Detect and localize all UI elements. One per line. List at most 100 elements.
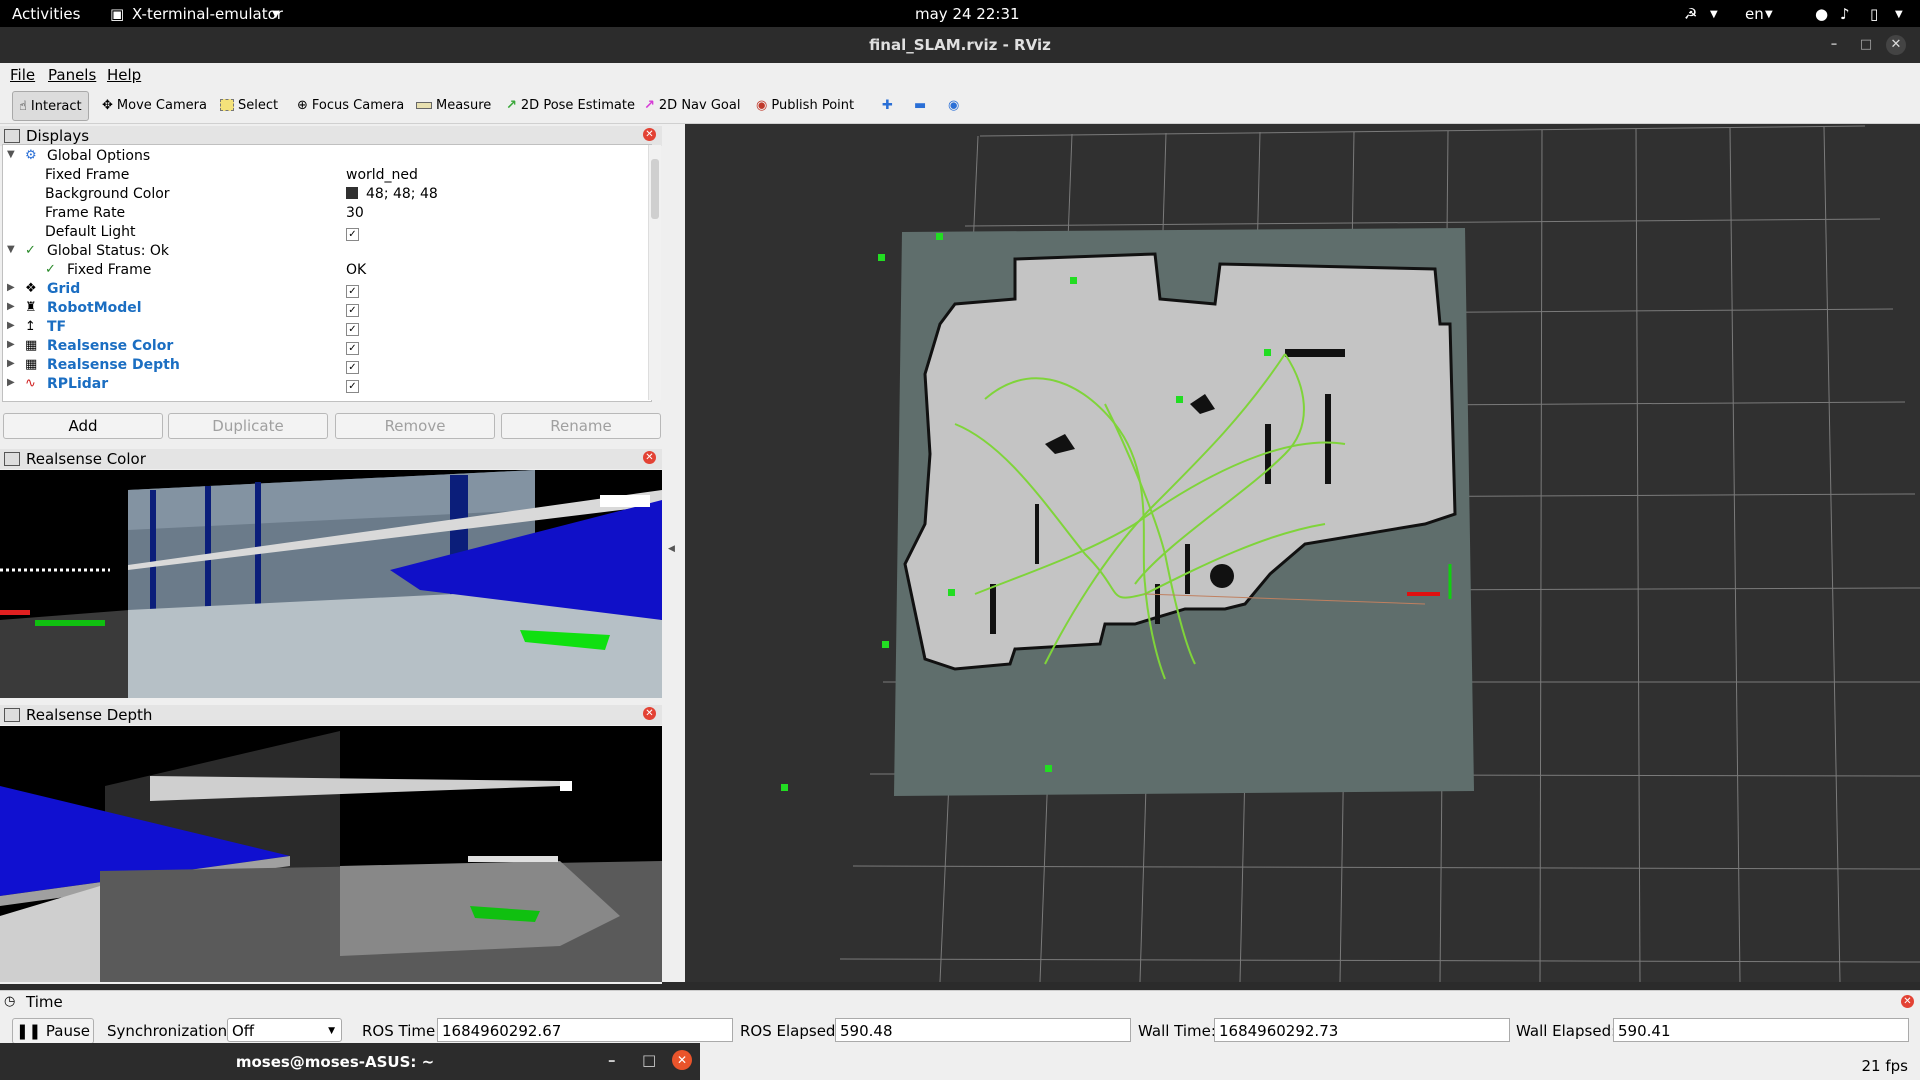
- fixed-frame-value[interactable]: world_ned: [346, 167, 418, 183]
- tree-row-realsense-depth[interactable]: ▶ ▦ Realsense Depth ✓: [3, 356, 649, 375]
- tree-label: Global Status: Ok: [47, 243, 170, 259]
- activities-button[interactable]: Activities: [12, 5, 80, 23]
- minus-icon: ▬: [914, 97, 927, 113]
- close-button[interactable]: ✕: [1886, 35, 1906, 55]
- view-tool-button[interactable]: ◉: [948, 94, 959, 116]
- focus-camera-tool-button[interactable]: ⊕ Focus Camera: [297, 94, 404, 116]
- menu-help[interactable]: Help: [107, 66, 141, 84]
- depth-image: [0, 726, 662, 982]
- ros-elapsed-label: ROS Elapsed:: [740, 1022, 841, 1040]
- pause-button[interactable]: ❚❚ Pause: [12, 1018, 94, 1044]
- expand-arrow-icon[interactable]: ▶: [7, 358, 15, 369]
- chevron-down-icon[interactable]: ▼: [1710, 9, 1718, 20]
- scrollbar-thumb[interactable]: [651, 159, 659, 219]
- add-tool-button[interactable]: ✚: [882, 94, 893, 116]
- checkbox[interactable]: ✓: [346, 228, 359, 241]
- terminal-title: moses@moses-ASUS: ~: [235, 1053, 435, 1071]
- duplicate-button[interactable]: Duplicate: [168, 413, 328, 439]
- move-camera-tool-button[interactable]: ✥ Move Camera: [102, 94, 207, 116]
- sync-select[interactable]: Off ▼: [227, 1018, 342, 1042]
- minimize-button[interactable]: –: [608, 1051, 616, 1069]
- pose-estimate-tool-button[interactable]: ↗ 2D Pose Estimate: [506, 94, 635, 116]
- tree-row-default-light[interactable]: Default Light ✓: [3, 223, 649, 242]
- move-camera-label: Move Camera: [116, 97, 207, 113]
- accessibility-icon[interactable]: ☭: [1684, 5, 1697, 23]
- add-button[interactable]: Add: [3, 413, 163, 439]
- maximize-button[interactable]: □: [1856, 35, 1876, 55]
- rename-button[interactable]: Rename: [501, 413, 661, 439]
- measure-label: Measure: [436, 97, 492, 113]
- tree-row-rplidar[interactable]: ▶ ∿ RPLidar ✓: [3, 375, 649, 394]
- maximize-button[interactable]: □: [642, 1051, 656, 1069]
- close-icon[interactable]: ✕: [643, 128, 656, 141]
- interact-tool-button[interactable]: ☝ Interact: [12, 91, 89, 121]
- realsense-color-view[interactable]: [0, 470, 662, 698]
- frame-rate-value[interactable]: 30: [346, 205, 364, 221]
- checkbox[interactable]: ✓: [346, 304, 359, 317]
- tree-row-tf[interactable]: ▶ ↥ TF ✓: [3, 318, 649, 337]
- checkbox[interactable]: ✓: [346, 361, 359, 374]
- displays-tree[interactable]: ▼ ⚙ Global Options Fixed Frame world_ned…: [2, 144, 652, 402]
- collapse-left-icon[interactable]: ◀: [668, 544, 675, 554]
- battery-icon[interactable]: ▯: [1870, 5, 1878, 23]
- checkbox[interactable]: ✓: [346, 342, 359, 355]
- tree-row-realsense-color[interactable]: ▶ ▦ Realsense Color ✓: [3, 337, 649, 356]
- focus-camera-label: Focus Camera: [311, 97, 405, 113]
- background-color-value[interactable]: 48; 48; 48: [366, 186, 438, 202]
- tree-row-background-color[interactable]: Background Color 48; 48; 48: [3, 185, 649, 204]
- tree-row-grid[interactable]: ▶ ❖ Grid ✓: [3, 280, 649, 299]
- grid-icon: ❖: [25, 281, 37, 296]
- measure-tool-button[interactable]: Measure: [416, 94, 491, 116]
- sync-label: Synchronization:: [107, 1022, 233, 1040]
- tree-row-fixed-frame[interactable]: Fixed Frame world_ned: [3, 166, 649, 185]
- close-icon[interactable]: ✕: [1901, 995, 1914, 1008]
- tree-scrollbar[interactable]: [648, 145, 661, 400]
- expand-arrow-icon[interactable]: ▶: [7, 377, 15, 388]
- tree-row-global-options[interactable]: ▼ ⚙ Global Options: [3, 147, 649, 166]
- language-indicator[interactable]: en: [1745, 5, 1764, 23]
- wall-time-field[interactable]: 1684960292.73: [1214, 1018, 1510, 1042]
- close-button[interactable]: ✕: [672, 1050, 692, 1070]
- app-menu[interactable]: X-terminal-emulator: [132, 5, 283, 23]
- chevron-down-icon[interactable]: ▼: [1895, 9, 1903, 20]
- publish-point-tool-button[interactable]: ◉ Publish Point: [756, 94, 854, 116]
- chevron-down-icon[interactable]: ▼: [1765, 9, 1773, 20]
- wall-elapsed-field[interactable]: 590.41: [1613, 1018, 1909, 1042]
- expand-arrow-icon[interactable]: ▶: [7, 320, 15, 331]
- checkbox[interactable]: ✓: [346, 380, 359, 393]
- collapse-arrow-icon[interactable]: ▼: [7, 149, 15, 160]
- ros-time-field[interactable]: 1684960292.67: [437, 1018, 733, 1042]
- menu-panels[interactable]: Panels: [48, 66, 96, 84]
- select-tool-button[interactable]: Select: [220, 94, 278, 116]
- tree-label: Background Color: [45, 186, 170, 202]
- ros-elapsed-field[interactable]: 590.48: [835, 1018, 1131, 1042]
- remove-tool-button[interactable]: ▬: [914, 94, 926, 116]
- main-3d-view[interactable]: [685, 124, 1920, 982]
- collapse-arrow-icon[interactable]: ▼: [7, 244, 15, 255]
- clock[interactable]: may 24 22:31: [915, 5, 1020, 23]
- tree-row-fixed-frame-status[interactable]: ✓ Fixed Frame OK: [3, 261, 649, 280]
- nav-goal-tool-button[interactable]: ↗ 2D Nav Goal: [644, 94, 740, 116]
- realsense-depth-view[interactable]: [0, 726, 662, 982]
- tree-row-robotmodel[interactable]: ▶ ♜ RobotModel ✓: [3, 299, 649, 318]
- close-icon[interactable]: ✕: [643, 451, 656, 464]
- expand-arrow-icon[interactable]: ▶: [7, 282, 15, 293]
- wifi-icon[interactable]: ●: [1815, 5, 1828, 23]
- expand-arrow-icon[interactable]: ▶: [7, 339, 15, 350]
- chevron-down-icon[interactable]: ▼: [272, 9, 280, 20]
- checkbox[interactable]: ✓: [346, 323, 359, 336]
- panel-splitter[interactable]: ◀: [662, 124, 685, 982]
- checkbox[interactable]: ✓: [346, 285, 359, 298]
- remove-button[interactable]: Remove: [335, 413, 495, 439]
- close-icon[interactable]: ✕: [643, 707, 656, 720]
- expand-arrow-icon[interactable]: ▶: [7, 301, 15, 312]
- minimize-button[interactable]: –: [1824, 35, 1844, 55]
- tree-row-global-status[interactable]: ▼ ✓ Global Status: Ok: [3, 242, 649, 261]
- green-arrow-icon: ↗: [506, 97, 517, 113]
- tree-row-frame-rate[interactable]: Frame Rate 30: [3, 204, 649, 223]
- volume-icon[interactable]: ♪: [1840, 5, 1850, 23]
- robot-icon: ♜: [25, 300, 37, 315]
- menu-file[interactable]: File: [10, 66, 35, 84]
- terminal-window-titlebar[interactable]: moses@moses-ASUS: ~ – □ ✕: [0, 1043, 700, 1080]
- wall-time-label: Wall Time:: [1138, 1022, 1216, 1040]
